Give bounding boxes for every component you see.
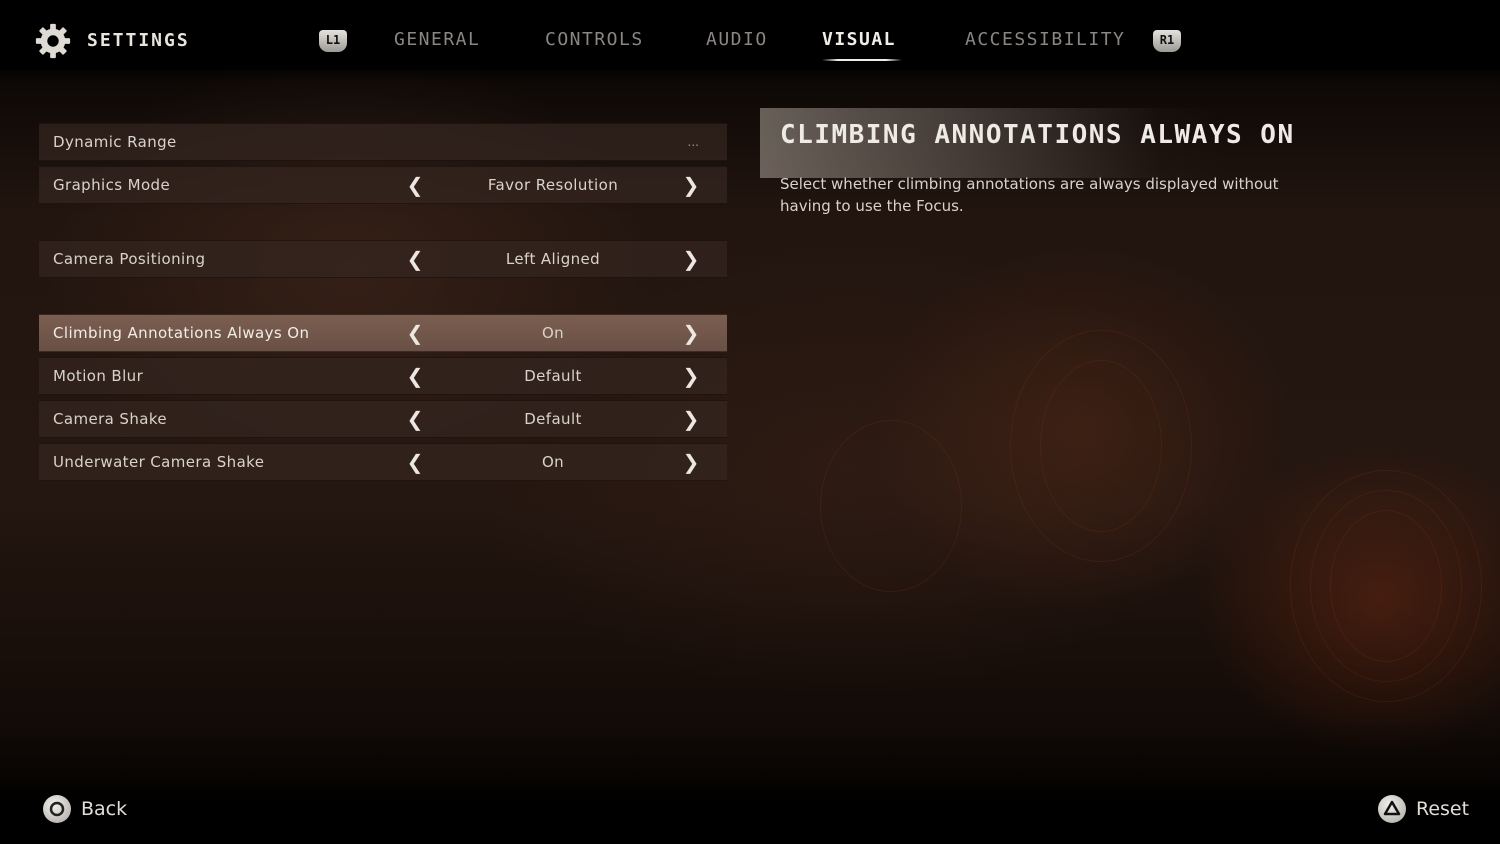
chevron-left-icon[interactable]: ❮: [405, 444, 425, 480]
tab-accessibility[interactable]: ACCESSIBILITY: [965, 29, 1125, 50]
setting-label: Underwater Camera Shake: [53, 453, 265, 471]
more-indicator: ...: [687, 135, 699, 149]
setting-value: Default: [524, 367, 582, 385]
chevron-left-icon[interactable]: ❮: [405, 401, 425, 437]
setting-value: On: [541, 324, 565, 342]
setting-label: Motion Blur: [53, 367, 144, 385]
setting-value: On: [541, 453, 565, 471]
chevron-right-icon[interactable]: ❯: [681, 241, 701, 277]
setting-row-camera-positioning[interactable]: Camera Positioning ❮ Left Aligned ❯: [39, 240, 727, 278]
chevron-right-icon[interactable]: ❯: [681, 315, 701, 351]
setting-value: Favor Resolution: [487, 176, 619, 194]
top-navigation-bar: SETTINGS L1 GENERAL CONTROLS AUDIO VISUA…: [0, 0, 1500, 82]
chevron-left-icon[interactable]: ❮: [405, 167, 425, 203]
r1-shoulder-button-icon[interactable]: R1: [1153, 30, 1181, 52]
chevron-left-icon[interactable]: ❮: [405, 241, 425, 277]
description-text: Select whether climbing annotations are …: [780, 175, 1279, 215]
tab-audio[interactable]: AUDIO: [706, 29, 768, 50]
setting-row-climbing-annotations[interactable]: Climbing Annotations Always On ❮ On ❯: [39, 314, 727, 352]
chevron-right-icon[interactable]: ❯: [681, 444, 701, 480]
l1-shoulder-button-icon[interactable]: L1: [319, 30, 347, 52]
tab-controls[interactable]: CONTROLS: [545, 29, 644, 50]
setting-row-graphics-mode[interactable]: Graphics Mode ❮ Favor Resolution ❯: [39, 166, 727, 204]
chevron-right-icon[interactable]: ❯: [681, 167, 701, 203]
setting-label: Graphics Mode: [53, 176, 171, 194]
decorative-swirl: [1290, 470, 1482, 702]
chevron-left-icon[interactable]: ❮: [405, 358, 425, 394]
description-title: CLIMBING ANNOTATIONS ALWAYS ON: [780, 120, 1295, 150]
triangle-button-icon[interactable]: [1378, 795, 1406, 823]
setting-value: Left Aligned: [505, 250, 601, 268]
setting-row-camera-shake[interactable]: Camera Shake ❮ Default ❯: [39, 400, 727, 438]
circle-button-icon[interactable]: [43, 795, 71, 823]
setting-row-motion-blur[interactable]: Motion Blur ❮ Default ❯: [39, 357, 727, 395]
setting-label: Camera Shake: [53, 410, 168, 428]
chevron-left-icon[interactable]: ❮: [405, 315, 425, 351]
tab-general[interactable]: GENERAL: [394, 29, 480, 50]
active-tab-indicator: [822, 59, 902, 61]
reset-button[interactable]: Reset: [1416, 798, 1469, 820]
setting-row-underwater-camera-shake[interactable]: Underwater Camera Shake ❮ On ❯: [39, 443, 727, 481]
back-button[interactable]: Back: [81, 798, 127, 820]
page-title: SETTINGS: [87, 30, 190, 51]
decorative-swirl: [1010, 330, 1192, 562]
decorative-swirl: [820, 420, 962, 592]
setting-row-dynamic-range[interactable]: Dynamic Range ...: [39, 123, 727, 161]
setting-value: Default: [524, 410, 582, 428]
chevron-right-icon[interactable]: ❯: [681, 358, 701, 394]
bottom-bar: [0, 780, 1500, 844]
setting-label: Climbing Annotations Always On: [53, 324, 310, 342]
setting-label: Camera Positioning: [53, 250, 206, 268]
setting-label: Dynamic Range: [53, 133, 177, 151]
gear-icon: [35, 23, 71, 59]
tab-visual[interactable]: VISUAL: [822, 29, 896, 50]
chevron-right-icon[interactable]: ❯: [681, 401, 701, 437]
